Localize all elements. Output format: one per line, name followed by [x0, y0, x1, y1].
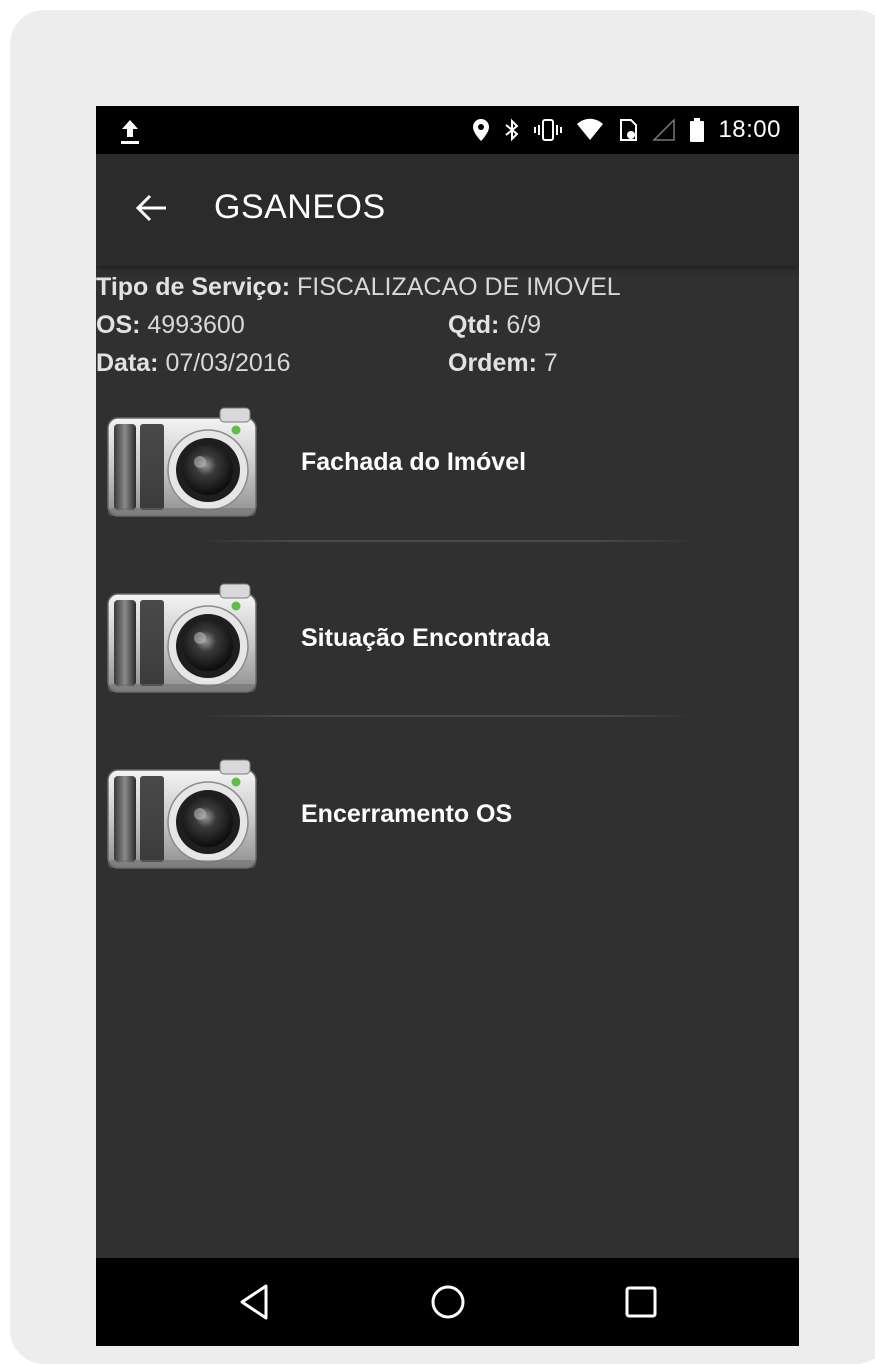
tipo-label: Tipo de Serviço:: [96, 273, 291, 301]
status-bar: 18:00: [96, 106, 799, 154]
ordem-value: 7: [536, 349, 558, 377]
camera-icon[interactable]: [104, 404, 260, 522]
upload-icon: [121, 120, 139, 144]
service-info: Tipo de Serviço: FISCALIZACAO DE IMOVEL …: [96, 268, 799, 382]
os-value: 4993600: [140, 311, 245, 339]
ordem-label: Ordem:: [448, 349, 537, 377]
photo-item-label: Fachada do Imóvel: [301, 448, 527, 476]
photo-item-encerramento[interactable]: Encerramento OS: [96, 756, 799, 886]
app-title: GSANEOS: [214, 188, 386, 226]
photo-item-label: Situação Encontrada: [301, 624, 550, 652]
divider: [196, 715, 696, 717]
navigation-bar: [96, 1258, 799, 1346]
camera-icon[interactable]: [104, 756, 260, 874]
signal-icon: [652, 118, 676, 141]
camera-icon[interactable]: [104, 580, 260, 698]
back-triangle-icon[interactable]: [234, 1280, 278, 1324]
qtd-field: Qtd: 6/9: [448, 306, 541, 344]
location-icon: [473, 119, 490, 141]
photo-item-fachada[interactable]: Fachada do Imóvel: [96, 404, 799, 534]
tipo-value: FISCALIZACAO DE IMOVEL: [290, 273, 621, 301]
info-row-os: OS: 4993600 Qtd: 6/9: [96, 306, 799, 344]
photo-item-label: Encerramento OS: [301, 800, 513, 828]
battery-icon: [690, 118, 705, 142]
recents-square-icon[interactable]: [619, 1280, 663, 1324]
info-row-tipo: Tipo de Serviço: FISCALIZACAO DE IMOVEL: [96, 268, 799, 306]
vibrate-icon: [534, 119, 563, 141]
qtd-label: Qtd:: [448, 311, 500, 339]
app-bar: GSANEOS: [96, 154, 799, 266]
bluetooth-icon: [505, 118, 519, 142]
info-row-data: Data: 07/03/2016 Ordem: 7: [96, 344, 799, 382]
data-value: 07/03/2016: [158, 349, 291, 377]
arrow-back-icon[interactable]: [134, 190, 170, 226]
qtd-value: 6/9: [499, 311, 542, 339]
status-icons: 18:00: [472, 106, 781, 154]
wifi-icon: [577, 118, 604, 140]
home-circle-icon[interactable]: [426, 1280, 470, 1324]
sim-icon: [620, 119, 638, 141]
data-label: Data:: [96, 349, 159, 377]
status-time: 18:00: [718, 116, 781, 143]
phone-screen: 18:00 GSANEOS Tipo de Serviço: FISCALIZA…: [96, 106, 799, 1346]
photo-item-situacao[interactable]: Situação Encontrada: [96, 580, 799, 710]
divider: [196, 540, 696, 542]
ordem-field: Ordem: 7: [448, 344, 558, 382]
os-label: OS:: [96, 311, 141, 339]
